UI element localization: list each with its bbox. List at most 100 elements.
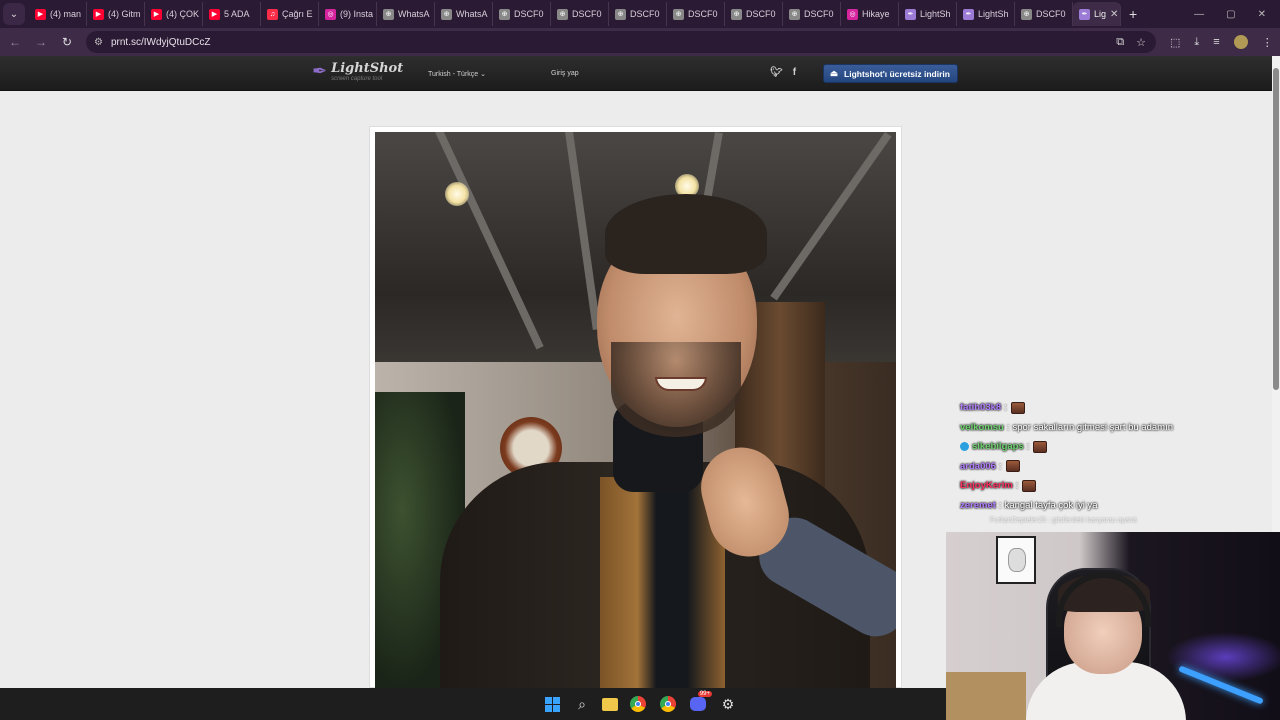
chat-username: EnjoyKerim xyxy=(960,480,1013,492)
youtube-icon: ▶ xyxy=(151,8,162,20)
browser-tab[interactable]: ✒ LightSh xyxy=(957,2,1015,26)
lightshot-logo[interactable]: ✒ LightShot screen capture tool xyxy=(312,61,404,83)
windows-start-icon[interactable] xyxy=(542,694,562,714)
maximize-icon[interactable]: ▢ xyxy=(1226,9,1235,20)
forward-icon[interactable]: → xyxy=(30,35,52,49)
tab-label: (4) ÇOK xyxy=(166,9,200,19)
chat-faded-line: FurkanDepteler25 : gitsilerdeki kanyarau… xyxy=(990,517,1137,524)
url-bar[interactable]: ⚙ prnt.sc/IWdyjQtuDCcZ ⧉ ☆ xyxy=(86,31,1156,53)
tab-label: DSCF0 xyxy=(688,9,718,19)
facebook-icon[interactable]: f xyxy=(793,67,796,78)
chat-message: zeremet: kangal tayfa çok iyi ya xyxy=(960,496,1220,516)
tab-label: DSCF0 xyxy=(572,9,602,19)
instagram-icon: ◎ xyxy=(325,8,336,20)
globe-icon: ⊕ xyxy=(673,8,684,20)
install-app-icon[interactable]: ⧉ xyxy=(1116,36,1124,49)
discord-badge: 99+ xyxy=(697,691,712,697)
chat-text: kangal tayfa çok iyi ya xyxy=(1004,499,1098,511)
chat-message: slkebilgaps: xyxy=(960,437,1220,457)
hair xyxy=(605,194,767,274)
social-links: 🐦︎ f xyxy=(770,67,796,78)
smile xyxy=(655,377,707,391)
browser-tab[interactable]: ⊕ DSCF0 xyxy=(667,2,725,26)
extensions-icon[interactable]: ⬚ xyxy=(1170,36,1180,49)
download-lightshot-button[interactable]: ⏏ Lightshot'ı ücretsiz indirin xyxy=(823,64,958,83)
twitter-icon[interactable]: 🐦︎ xyxy=(770,67,783,78)
chat-text: spor sakalların gitmesi şart bu adamın xyxy=(1012,421,1173,433)
logo-tagline: screen capture tool xyxy=(331,76,383,82)
site-info-icon[interactable]: ⚙ xyxy=(94,37,103,48)
chrome-icon[interactable] xyxy=(658,694,678,714)
feather-icon: ✒ xyxy=(963,8,974,20)
feather-icon: ✒ xyxy=(1079,8,1090,20)
address-toolbar: ← → ↻ ⚙ prnt.sc/IWdyjQtuDCcZ ⧉ ☆ ⬚ ⤓ ≡ ⋮ xyxy=(0,28,1280,56)
tab-strip: ▶ (4) man ▶ (4) Gitm ▶ (4) ÇOK ▶ 5 ADA ♫ Çağrı E ◎… xyxy=(29,0,1121,28)
cardboard-box xyxy=(946,672,1026,720)
close-tab-icon[interactable]: ✕ xyxy=(1110,9,1118,20)
bookmark-star-icon[interactable]: ☆ xyxy=(1136,36,1146,49)
tab-label: Lig xyxy=(1094,9,1107,19)
tab-label: (4) man xyxy=(50,9,82,19)
browser-tab[interactable]: ⊕ DSCF0 xyxy=(783,2,841,26)
scrollbar-thumb[interactable] xyxy=(1273,68,1279,390)
browser-tab[interactable]: ▶ (4) ÇOK xyxy=(145,2,203,26)
browser-tab[interactable]: ▶ 5 ADA xyxy=(203,2,261,26)
browser-tab-active[interactable]: ✒ Lig ✕ xyxy=(1073,2,1121,26)
browser-tab[interactable]: ⊕ DSCF0 xyxy=(609,2,667,26)
close-window-icon[interactable]: ✕ xyxy=(1258,9,1266,20)
download-icon[interactable]: ⤓ xyxy=(1194,36,1199,49)
media-control-icon[interactable]: ≡ xyxy=(1213,36,1219,48)
browser-tab[interactable]: ✒ LightSh xyxy=(899,2,957,26)
music-icon: ♫ xyxy=(267,8,278,20)
browser-tab[interactable]: ⊕ DSCF0 xyxy=(1015,2,1073,26)
tab-search-icon[interactable]: ⌄ xyxy=(3,3,25,25)
chat-emote-icon xyxy=(1033,440,1048,453)
browser-tab[interactable]: ⊕ DSCF0 xyxy=(493,2,551,26)
logo-name: LightShot xyxy=(331,61,404,76)
browser-tab[interactable]: ⊕ WhatsA xyxy=(377,2,435,26)
reload-icon[interactable]: ↻ xyxy=(56,35,78,49)
cat-figure xyxy=(1008,548,1026,572)
chat-message: velkomsu: spor sakalların gitmesi şart bu… xyxy=(960,418,1220,438)
chrome-icon[interactable] xyxy=(628,694,648,714)
download-tray-icon: ⏏ xyxy=(830,68,839,78)
tab-label: (4) Gitm xyxy=(108,9,141,19)
menu-kebab-icon[interactable]: ⋮ xyxy=(1262,36,1273,49)
lightshot-header: ✒ LightShot screen capture tool Turkish … xyxy=(0,56,1272,91)
settings-icon[interactable]: ⚙ xyxy=(718,694,738,714)
globe-icon: ⊕ xyxy=(441,8,452,20)
browser-tab[interactable]: ⊕ DSCF0 xyxy=(551,2,609,26)
browser-tab[interactable]: ◎ Hikaye xyxy=(841,2,899,26)
back-icon[interactable]: ← xyxy=(4,35,26,49)
tab-label: DSCF0 xyxy=(630,9,660,19)
tab-label: LightSh xyxy=(920,9,951,19)
profile-avatar[interactable] xyxy=(1233,35,1248,49)
discord-icon[interactable]: 99+ xyxy=(688,691,712,714)
chat-separator: : xyxy=(1004,402,1007,414)
file-explorer-icon[interactable] xyxy=(602,698,618,711)
download-button-label: Lightshot'ı ücretsiz indirin xyxy=(844,68,950,79)
screenshot-image[interactable] xyxy=(375,132,896,688)
browser-tab[interactable]: ⊕ DSCF0 xyxy=(725,2,783,26)
cat-poster xyxy=(996,536,1036,584)
tab-label: DSCF0 xyxy=(804,9,834,19)
login-link[interactable]: Giriş yap xyxy=(551,70,579,77)
chat-separator: : xyxy=(998,460,1002,472)
chat-username: slkebilgaps xyxy=(972,441,1024,453)
feather-icon: ✒ xyxy=(905,8,916,20)
tab-label: DSCF0 xyxy=(746,9,776,19)
browser-tab[interactable]: ▶ (4) Gitm xyxy=(87,2,145,26)
minimize-icon[interactable]: — xyxy=(1194,9,1204,20)
browser-tab[interactable]: ▶ (4) man xyxy=(29,2,87,26)
tab-label: DSCF0 xyxy=(1036,9,1066,19)
chat-username: fatih03k8 xyxy=(960,402,1002,414)
new-tab-icon[interactable]: + xyxy=(1129,6,1137,22)
search-icon[interactable]: ⌕ xyxy=(572,694,592,714)
browser-tab[interactable]: ⊕ WhatsA xyxy=(435,2,493,26)
globe-icon: ⊕ xyxy=(731,8,742,20)
browser-tab[interactable]: ♫ Çağrı E xyxy=(261,2,319,26)
globe-icon: ⊕ xyxy=(615,8,626,20)
browser-tab[interactable]: ◎ (9) Insta xyxy=(319,2,377,26)
ceiling-light xyxy=(445,182,469,206)
language-selector[interactable]: Turkish - Türkçe ⌄ xyxy=(428,70,486,78)
